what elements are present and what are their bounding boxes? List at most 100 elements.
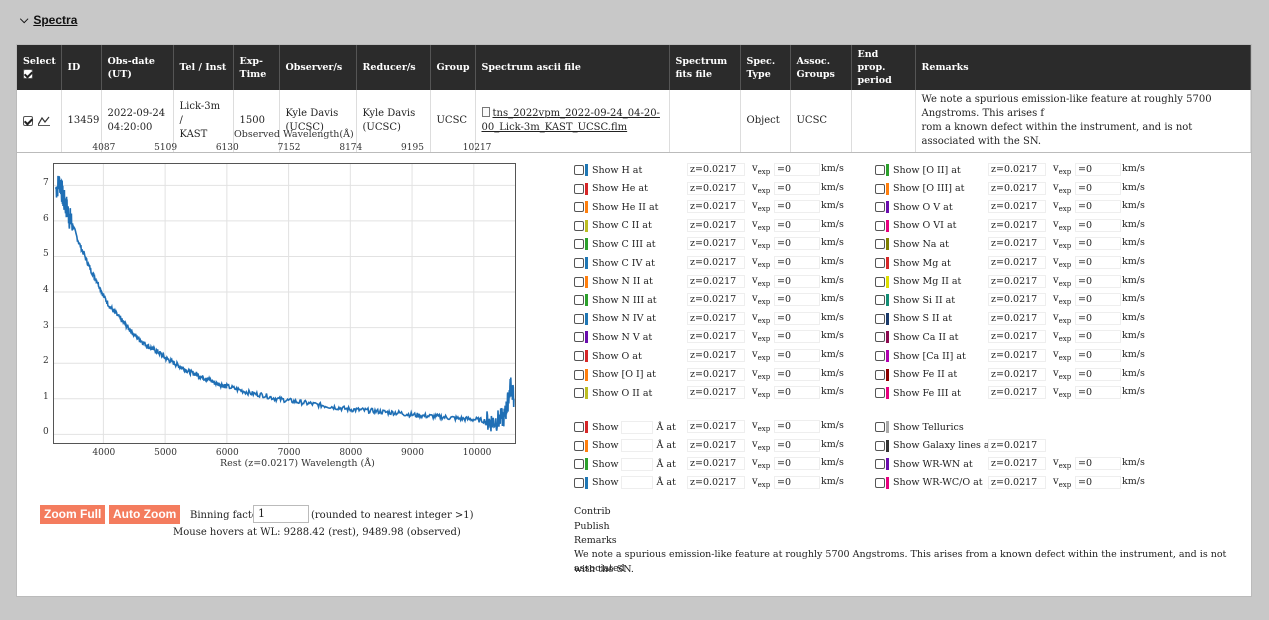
- line-toggle-checkbox[interactable]: [574, 477, 584, 488]
- redshift-input[interactable]: z=0.0217: [687, 438, 745, 452]
- line-toggle-checkbox[interactable]: [574, 276, 584, 287]
- select-all-checkbox[interactable]: [23, 69, 33, 79]
- line-toggle-checkbox[interactable]: [875, 183, 885, 194]
- vexp-input[interactable]: =0: [774, 181, 820, 195]
- redshift-input[interactable]: z=0.0217: [988, 218, 1046, 232]
- vexp-input[interactable]: =0: [1075, 367, 1121, 381]
- vexp-input[interactable]: =0: [774, 274, 820, 288]
- binning-input[interactable]: 1: [253, 505, 309, 523]
- line-toggle-checkbox[interactable]: [875, 165, 885, 175]
- spectra-section-toggle[interactable]: ⌵ Spectra: [20, 13, 77, 27]
- line-toggle-checkbox[interactable]: [875, 477, 885, 488]
- vexp-input[interactable]: =0: [774, 475, 820, 489]
- redshift-input[interactable]: z=0.0217: [988, 457, 1046, 471]
- redshift-input[interactable]: z=0.0217: [687, 457, 745, 471]
- redshift-input[interactable]: z=0.0217: [687, 475, 745, 489]
- vexp-input[interactable]: =0: [1075, 475, 1121, 489]
- vexp-input[interactable]: =0: [1075, 237, 1121, 251]
- line-toggle-checkbox[interactable]: [574, 422, 584, 432]
- redshift-input[interactable]: z=0.0217: [687, 218, 745, 232]
- redshift-input[interactable]: z=0.0217: [988, 475, 1046, 489]
- redshift-input[interactable]: z=0.0217: [988, 367, 1046, 381]
- redshift-input[interactable]: z=0.0217: [687, 163, 745, 176]
- redshift-input[interactable]: z=0.0217: [687, 386, 745, 400]
- line-toggle-checkbox[interactable]: [574, 313, 584, 324]
- line-toggle-checkbox[interactable]: [875, 258, 885, 268]
- vexp-input[interactable]: =0: [774, 256, 820, 269]
- vexp-input[interactable]: =0: [1075, 330, 1121, 344]
- line-toggle-checkbox[interactable]: [574, 459, 584, 470]
- wavelength-input[interactable]: [621, 439, 654, 453]
- vexp-input[interactable]: =0: [774, 330, 820, 344]
- line-toggle-checkbox[interactable]: [574, 440, 584, 451]
- line-toggle-checkbox[interactable]: [875, 440, 885, 451]
- wavelength-input[interactable]: [621, 457, 654, 471]
- vexp-input[interactable]: =0: [1075, 457, 1121, 471]
- redshift-input[interactable]: z=0.0217: [988, 237, 1046, 251]
- line-toggle-checkbox[interactable]: [875, 459, 885, 470]
- vexp-input[interactable]: =0: [774, 367, 820, 381]
- redshift-input[interactable]: z=0.0217: [988, 311, 1046, 325]
- line-toggle-checkbox[interactable]: [875, 332, 885, 343]
- redshift-input[interactable]: z=0.0217: [687, 274, 745, 288]
- vexp-input[interactable]: =0: [774, 163, 820, 176]
- vexp-input[interactable]: =0: [774, 349, 820, 362]
- redshift-input[interactable]: z=0.0217: [687, 367, 745, 381]
- vexp-input[interactable]: =0: [1075, 311, 1121, 325]
- line-toggle-checkbox[interactable]: [875, 276, 885, 287]
- line-toggle-checkbox[interactable]: [875, 295, 885, 306]
- vexp-input[interactable]: =0: [774, 218, 820, 232]
- redshift-input[interactable]: z=0.0217: [988, 256, 1046, 269]
- line-toggle-checkbox[interactable]: [574, 165, 584, 175]
- vexp-input[interactable]: =0: [1075, 349, 1121, 362]
- line-toggle-checkbox[interactable]: [574, 239, 584, 250]
- wavelength-input[interactable]: [621, 420, 654, 434]
- vexp-input[interactable]: =0: [774, 200, 820, 214]
- line-toggle-checkbox[interactable]: [875, 388, 885, 399]
- wavelength-input[interactable]: [621, 476, 654, 490]
- vexp-input[interactable]: =0: [1075, 218, 1121, 232]
- vexp-input[interactable]: =0: [774, 420, 820, 433]
- row-select-checkbox[interactable]: [23, 115, 33, 126]
- redshift-input[interactable]: z=0.0217: [687, 420, 745, 433]
- line-toggle-checkbox[interactable]: [875, 239, 885, 250]
- redshift-input[interactable]: z=0.0217: [988, 438, 1046, 452]
- line-toggle-checkbox[interactable]: [574, 258, 584, 268]
- line-toggle-checkbox[interactable]: [574, 369, 584, 380]
- line-toggle-checkbox[interactable]: [875, 369, 885, 380]
- line-toggle-checkbox[interactable]: [574, 202, 584, 213]
- vexp-input[interactable]: =0: [1075, 274, 1121, 288]
- redshift-input[interactable]: z=0.0217: [988, 349, 1046, 362]
- redshift-input[interactable]: z=0.0217: [988, 274, 1046, 288]
- redshift-input[interactable]: z=0.0217: [988, 330, 1046, 344]
- vexp-input[interactable]: =0: [1075, 200, 1121, 214]
- redshift-input[interactable]: z=0.0217: [687, 349, 745, 362]
- vexp-input[interactable]: =0: [774, 293, 820, 307]
- vexp-input[interactable]: =0: [1075, 163, 1121, 176]
- redshift-input[interactable]: z=0.0217: [687, 330, 745, 344]
- line-toggle-checkbox[interactable]: [875, 220, 885, 231]
- vexp-input[interactable]: =0: [774, 457, 820, 471]
- line-toggle-checkbox[interactable]: [875, 202, 885, 213]
- line-toggle-checkbox[interactable]: [574, 388, 584, 399]
- vexp-input[interactable]: =0: [774, 311, 820, 325]
- redshift-input[interactable]: z=0.0217: [687, 256, 745, 269]
- line-toggle-checkbox[interactable]: [875, 351, 885, 361]
- line-toggle-checkbox[interactable]: [574, 295, 584, 306]
- vexp-input[interactable]: =0: [1075, 386, 1121, 400]
- vexp-input[interactable]: =0: [1075, 181, 1121, 195]
- ascii-file-link[interactable]: tns_2022vpm_2022-09-24_04-20- 00_Lick-3m_…: [482, 108, 660, 133]
- vexp-input[interactable]: =0: [774, 237, 820, 251]
- redshift-input[interactable]: z=0.0217: [687, 237, 745, 251]
- vexp-input[interactable]: =0: [1075, 256, 1121, 269]
- vexp-input[interactable]: =0: [1075, 293, 1121, 307]
- auto-zoom-button[interactable]: Auto Zoom: [109, 505, 181, 524]
- line-toggle-checkbox[interactable]: [574, 220, 584, 231]
- redshift-input[interactable]: z=0.0217: [687, 311, 745, 325]
- zoom-full-button[interactable]: Zoom Full: [40, 505, 106, 524]
- vexp-input[interactable]: =0: [774, 438, 820, 452]
- redshift-input[interactable]: z=0.0217: [687, 200, 745, 214]
- redshift-input[interactable]: z=0.0217: [988, 386, 1046, 400]
- plot-toggle-icon[interactable]: [37, 116, 51, 126]
- redshift-input[interactable]: z=0.0217: [988, 163, 1046, 176]
